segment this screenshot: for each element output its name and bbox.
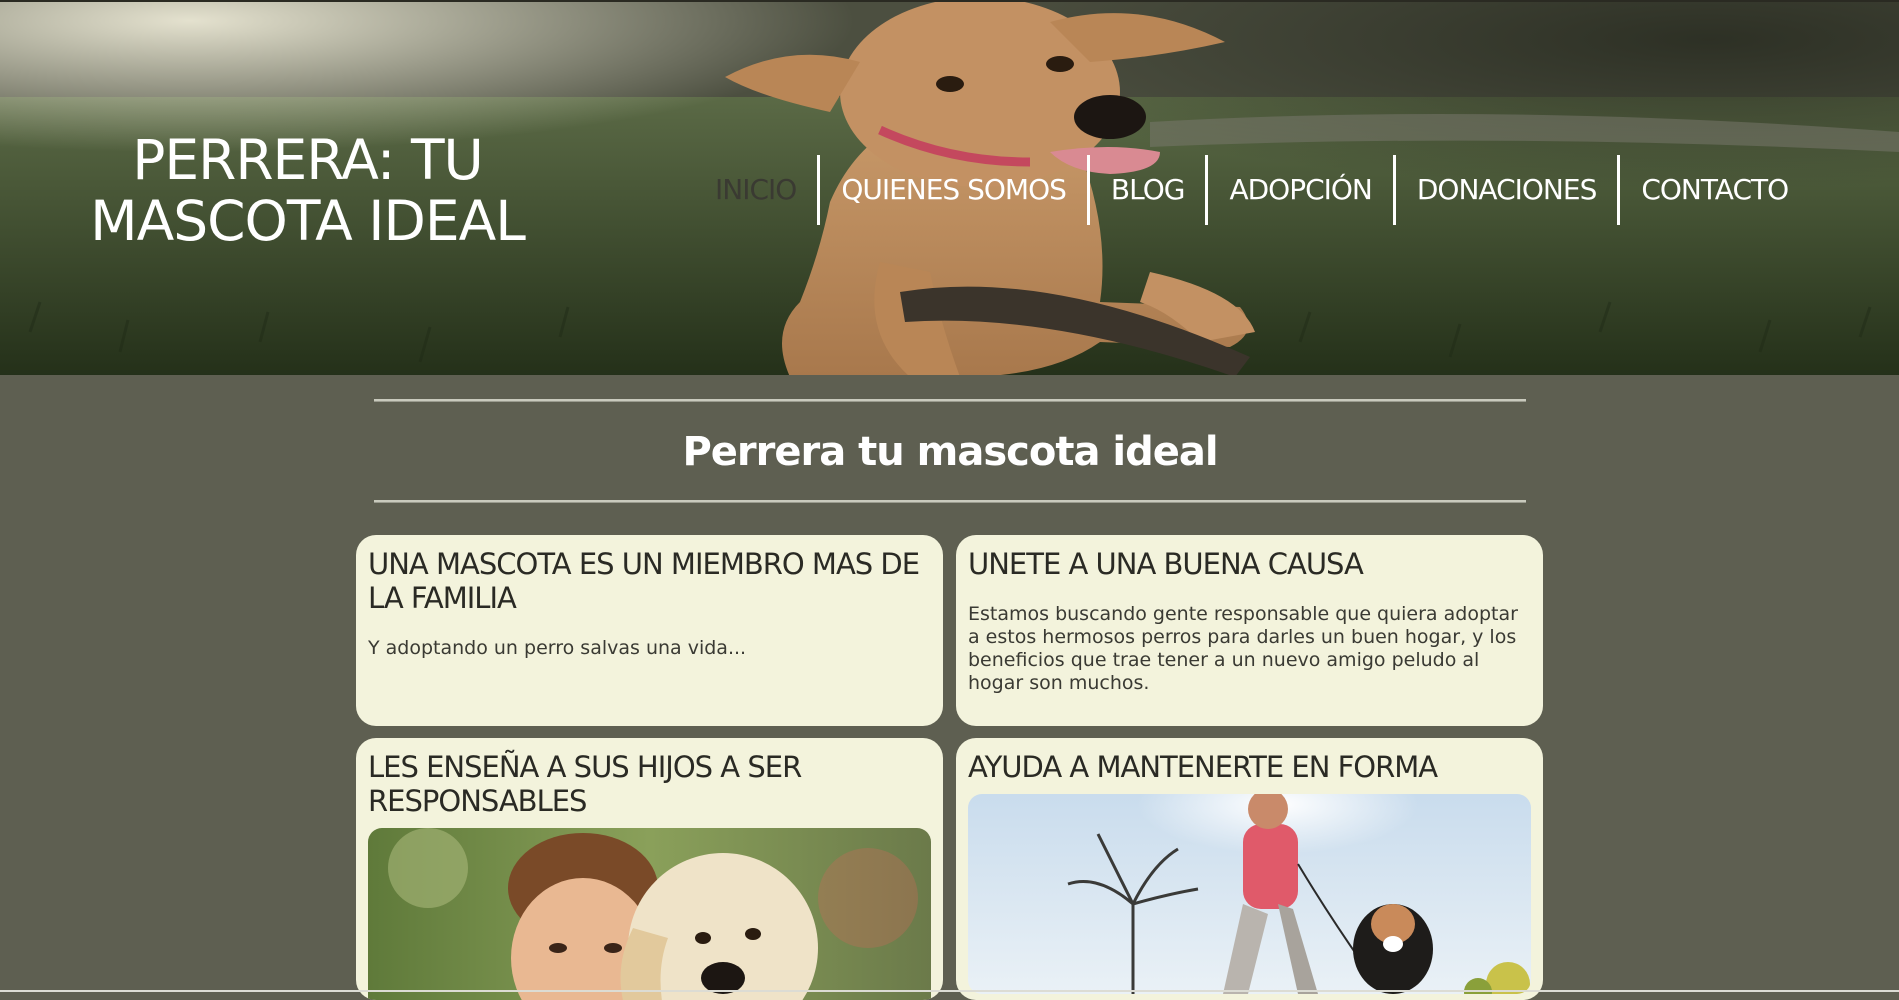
card-text: Y adoptando un perro salvas una vida... xyxy=(368,637,747,659)
main-nav: INICIO QUIENES SOMOS BLOG ADOPCIÓN DONAC… xyxy=(700,155,1809,225)
card-familia: UNA MASCOTA ES UN MIEMBRO MAS DE LA FAMI… xyxy=(356,535,943,726)
woman-running-with-dog-photo xyxy=(968,794,1531,994)
nav-item-donaciones[interactable]: DONACIONES xyxy=(1392,155,1617,225)
card-forma: AYUDA A MANTENERTE EN FORMA xyxy=(956,738,1543,1000)
section-title: Perrera tu mascota ideal xyxy=(682,429,1218,475)
boy-with-golden-retriever-photo xyxy=(368,828,931,1000)
card-heading: AYUDA A MANTENERTE EN FORMA xyxy=(968,750,1438,784)
divider-bottom xyxy=(374,500,1526,503)
nav-item-quienes-somos[interactable]: QUIENES SOMOS xyxy=(817,155,1087,225)
divider-top xyxy=(374,399,1526,402)
nav-item-inicio[interactable]: INICIO xyxy=(700,155,817,225)
nav-item-contacto[interactable]: CONTACTO xyxy=(1617,155,1809,225)
card-heading: UNETE A UNA BUENA CAUSA xyxy=(968,547,1364,581)
nav-item-adopcion[interactable]: ADOPCIÓN xyxy=(1205,155,1392,225)
card-heading: LES ENSEÑA A SUS HIJOS A SER RESPONSABLE… xyxy=(368,750,802,818)
card-heading: UNA MASCOTA ES UN MIEMBRO MAS DE LA FAMI… xyxy=(368,547,920,615)
site-title: PERRERA: TU MASCOTA IDEAL xyxy=(90,128,526,253)
card-buena-causa: UNETE A UNA BUENA CAUSA Estamos buscando… xyxy=(956,535,1543,726)
nav-item-blog[interactable]: BLOG xyxy=(1086,155,1206,225)
card-responsables: LES ENSEÑA A SUS HIJOS A SER RESPONSABLE… xyxy=(356,738,943,1000)
card-text: Estamos buscando gente responsable que q… xyxy=(968,603,1518,694)
hero-header: PERRERA: TU MASCOTA IDEAL INICIO QUIENES… xyxy=(0,0,1899,375)
